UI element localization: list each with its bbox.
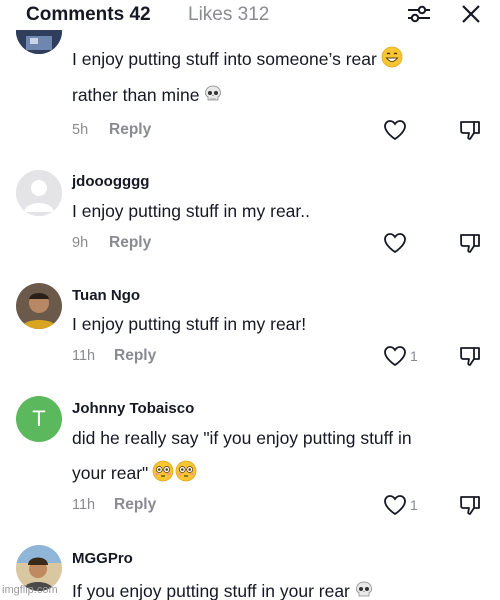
reply-button[interactable]: Reply xyxy=(114,347,156,365)
comment-time: 5h xyxy=(72,122,89,138)
comments-header: Comments 42 Likes 312 xyxy=(0,0,500,30)
dislike-icon[interactable] xyxy=(458,232,482,256)
flushed-emoji-icon xyxy=(175,460,197,487)
reply-button[interactable]: Reply xyxy=(114,496,156,514)
flushed-emoji-icon xyxy=(152,460,174,487)
heart-icon xyxy=(384,495,406,516)
avatar-image xyxy=(16,283,62,329)
comment-text-line: rather than mine xyxy=(72,84,223,109)
comment-text: did he really say "if you enjoy putting … xyxy=(72,428,412,448)
dislike-icon[interactable] xyxy=(458,119,482,143)
like-button[interactable]: 1 xyxy=(383,344,418,368)
avatar-image xyxy=(16,30,62,54)
avatar[interactable] xyxy=(16,170,62,216)
skull-emoji-icon xyxy=(354,580,374,600)
comment-text: I enjoy putting stuff into someone’s rea… xyxy=(72,46,403,73)
dislike-icon[interactable] xyxy=(458,345,482,369)
comment-text: I enjoy putting stuff in my rear! xyxy=(72,314,307,334)
avatar[interactable] xyxy=(16,283,62,329)
comment-username[interactable]: Tuan Ngo xyxy=(72,287,140,304)
comment-text: I enjoy putting stuff in my rear.. xyxy=(72,201,310,221)
like-count: 1 xyxy=(410,348,418,364)
skull-emoji-icon xyxy=(203,84,223,109)
comment-time: 9h xyxy=(72,235,89,251)
comment-username[interactable]: MGGPro xyxy=(72,550,133,567)
like-count: 1 xyxy=(410,497,418,513)
avatar[interactable]: T xyxy=(16,396,62,442)
close-icon[interactable] xyxy=(458,3,484,25)
default-avatar-icon xyxy=(16,170,62,216)
comment-list[interactable]: I enjoy putting stuff into someone’s rea… xyxy=(0,30,500,600)
comment-text-line: your rear" xyxy=(72,460,197,487)
avatar[interactable] xyxy=(16,30,62,54)
watermark: imgflip.com xyxy=(2,584,58,596)
like-button[interactable]: 1 xyxy=(383,493,418,517)
dislike-icon[interactable] xyxy=(458,494,482,518)
tab-comments[interactable]: Comments 42 xyxy=(26,4,151,26)
tab-likes[interactable]: Likes 312 xyxy=(188,4,269,26)
reply-button[interactable]: Reply xyxy=(109,121,151,139)
like-button[interactable] xyxy=(383,231,410,255)
reply-button[interactable]: Reply xyxy=(109,234,151,252)
sliders-icon[interactable] xyxy=(406,3,432,25)
comment-time: 11h xyxy=(72,348,96,364)
heart-icon xyxy=(384,233,406,254)
like-button[interactable] xyxy=(383,118,410,142)
comment-time: 11h xyxy=(72,497,96,513)
grinning-emoji-icon xyxy=(381,46,403,73)
heart-icon xyxy=(384,346,406,367)
comment-text: If you enjoy putting stuff in your rear xyxy=(72,580,374,600)
comment-username[interactable]: jdooogggg xyxy=(72,173,149,190)
heart-icon xyxy=(384,120,406,141)
comment-username[interactable]: Johnny Tobaisco xyxy=(72,400,194,417)
avatar-letter: T xyxy=(32,406,46,431)
